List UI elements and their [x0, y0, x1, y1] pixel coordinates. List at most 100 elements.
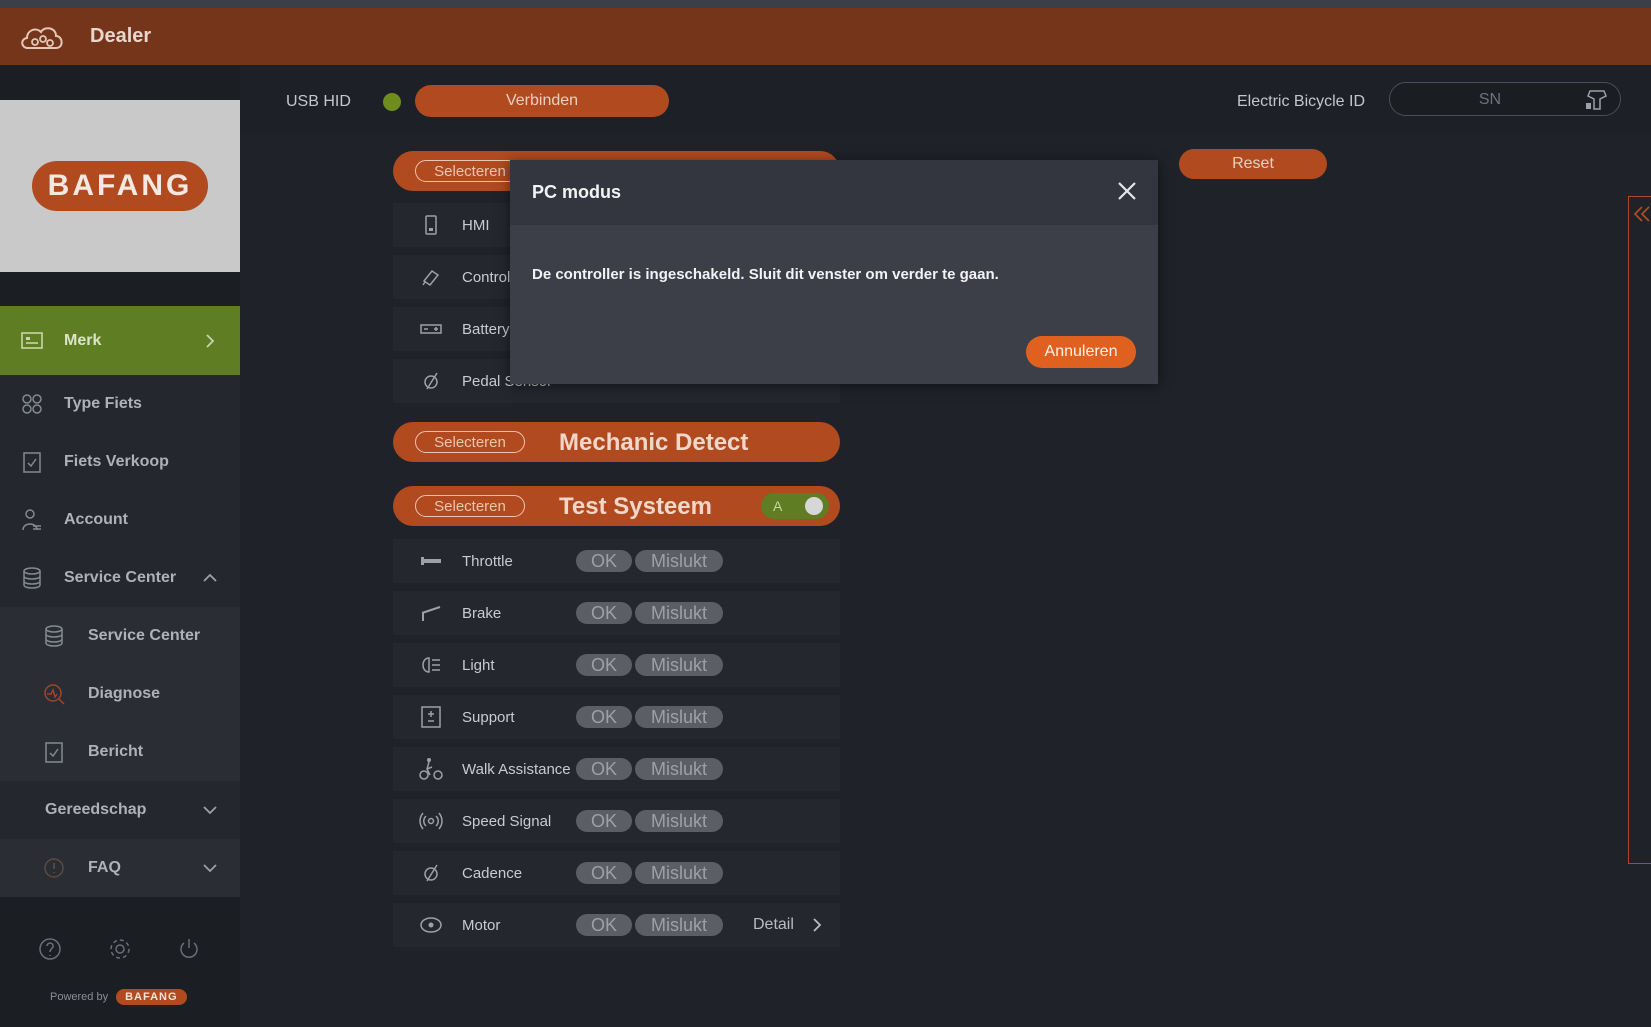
chevron-right-icon — [206, 333, 215, 348]
sidebar-subitem-service-center[interactable]: Service Center — [0, 607, 240, 665]
test-row-motor: Motor OK Mislukt Detail — [393, 903, 840, 947]
fail-button[interactable]: Mislukt — [635, 654, 723, 676]
window-top-strip — [0, 0, 1651, 8]
help-icon[interactable] — [38, 937, 62, 961]
sidebar-item-service-center[interactable]: Service Center — [0, 549, 240, 607]
component-label: Battery — [462, 321, 510, 338]
throttle-icon — [421, 557, 441, 565]
sidebar-item-account[interactable]: Account — [0, 491, 240, 549]
chevron-up-icon — [203, 573, 217, 582]
test-label: Motor — [462, 917, 501, 934]
cloud-logo-icon — [21, 26, 63, 49]
test-row-support: Support OK Mislukt — [393, 695, 840, 739]
bike-id-label: Electric Bicycle ID — [1237, 93, 1366, 110]
test-label: Light — [462, 657, 495, 674]
sidebar-item-merk[interactable]: Merk — [0, 306, 240, 375]
powered-by-logo: BAFANG — [116, 989, 187, 1005]
controller-icon — [422, 269, 440, 287]
chevron-down-icon — [203, 864, 217, 873]
test-label: Brake — [462, 605, 502, 622]
connect-button[interactable]: Verbinden — [415, 85, 669, 117]
test-row-throttle: Throttle OK Mislukt — [393, 539, 840, 583]
test-row-walk-assistance: Walk Assistance OK Mislukt — [393, 747, 840, 791]
light-icon — [422, 657, 440, 673]
ok-button[interactable]: OK — [576, 706, 632, 728]
reset-button[interactable]: Reset — [1179, 149, 1327, 179]
sidebar-subitem-diagnose[interactable]: Diagnose — [0, 665, 240, 723]
toggle-knob — [805, 497, 823, 515]
ok-button[interactable]: OK — [576, 602, 632, 624]
gear-icon[interactable] — [108, 937, 132, 961]
cadence-icon — [424, 864, 438, 882]
test-row-light: Light OK Mislukt — [393, 643, 840, 687]
sidebar-item-label: Account — [64, 511, 128, 528]
motor-detail-link[interactable]: Detail — [753, 916, 794, 934]
chevron-right-icon[interactable] — [810, 917, 824, 933]
power-icon[interactable] — [177, 937, 201, 961]
powered-by-label: Powered by — [50, 991, 109, 1003]
database-icon — [45, 625, 63, 647]
sidebar-item-label: FAQ — [88, 859, 121, 876]
toggle-label: A — [773, 498, 783, 514]
sidebar-menu: Merk Type Fiets Fiets Verkoop Account Se… — [0, 306, 240, 897]
test-system-bar: Selecteren Test Systeem A — [393, 486, 840, 526]
bafang-logo: BAFANG — [32, 161, 208, 211]
sidebar-subitem-bericht[interactable]: Bericht — [0, 723, 240, 781]
sidebar-item-label: Diagnose — [88, 685, 161, 702]
test-row-cadence: Cadence OK Mislukt — [393, 851, 840, 895]
fail-button[interactable]: Mislukt — [635, 602, 723, 624]
fail-button[interactable]: Mislukt — [635, 706, 723, 728]
close-icon[interactable] — [1116, 180, 1138, 202]
signal-icon — [419, 812, 443, 830]
ok-button[interactable]: OK — [576, 654, 632, 676]
test-label: Walk Assistance — [462, 761, 571, 778]
scanner-icon[interactable] — [1584, 87, 1610, 113]
fail-button[interactable]: Mislukt — [635, 810, 723, 832]
sidebar-item-label: Bericht — [88, 743, 144, 760]
ok-button[interactable]: OK — [576, 758, 632, 780]
cancel-button[interactable]: Annuleren — [1026, 336, 1136, 368]
test-label: Speed Signal — [462, 813, 552, 830]
sidebar-item-fiets-verkoop[interactable]: Fiets Verkoop — [0, 433, 240, 491]
fail-button[interactable]: Mislukt — [635, 914, 723, 936]
serial-number-field[interactable]: SN — [1389, 82, 1621, 116]
sidebar-item-gereedschap[interactable]: Gereedschap — [0, 781, 240, 839]
sidebar-item-label: Fiets Verkoop — [64, 453, 169, 470]
select-button[interactable]: Selecteren — [415, 431, 525, 453]
test-row-brake: Brake OK Mislukt — [393, 591, 840, 635]
select-button[interactable]: Selecteren — [415, 160, 525, 182]
image-icon — [21, 331, 43, 349]
chevron-down-icon — [203, 806, 217, 815]
fail-button[interactable]: Mislukt — [635, 550, 723, 572]
ok-button[interactable]: OK — [576, 550, 632, 572]
fail-button[interactable]: Mislukt — [635, 862, 723, 884]
pedal-sensor-icon — [424, 372, 438, 390]
sidebar-item-faq[interactable]: FAQ — [0, 839, 240, 897]
interface-label: USB HID — [286, 93, 351, 110]
sidebar-item-type-fiets[interactable]: Type Fiets — [0, 375, 240, 433]
ok-button[interactable]: OK — [576, 810, 632, 832]
section-title: Test Systeem — [559, 493, 712, 520]
brake-icon — [421, 606, 441, 621]
mechanic-detect-bar: Selecteren Mechanic Detect — [393, 422, 840, 462]
collapsed-side-panel[interactable] — [1628, 196, 1651, 864]
app-title: Dealer — [90, 25, 152, 47]
ok-button[interactable]: OK — [576, 914, 632, 936]
fail-button[interactable]: Mislukt — [635, 758, 723, 780]
walk-bike-icon — [419, 758, 443, 780]
motor-icon — [420, 917, 442, 933]
sidebar-item-label: Type Fiets — [64, 395, 142, 412]
select-button[interactable]: Selecteren — [415, 495, 525, 517]
diagnose-icon — [44, 684, 65, 705]
serial-number-placeholder: SN — [1478, 91, 1502, 108]
sidebar: BAFANG Merk Type Fiets Fiets Verkoop Acc… — [0, 65, 240, 1027]
test-label: Cadence — [462, 865, 523, 882]
sidebar-item-label: Merk — [64, 331, 102, 349]
ok-button[interactable]: OK — [576, 862, 632, 884]
test-label: Throttle — [462, 553, 513, 570]
battery-icon — [420, 324, 442, 334]
pc-mode-dialog: PC modus De controller is ingeschakeld. … — [510, 160, 1158, 384]
double-chevron-left-icon[interactable] — [1633, 205, 1651, 223]
auto-toggle[interactable]: A — [761, 493, 829, 519]
sidebar-item-label: Service Center — [64, 569, 177, 586]
